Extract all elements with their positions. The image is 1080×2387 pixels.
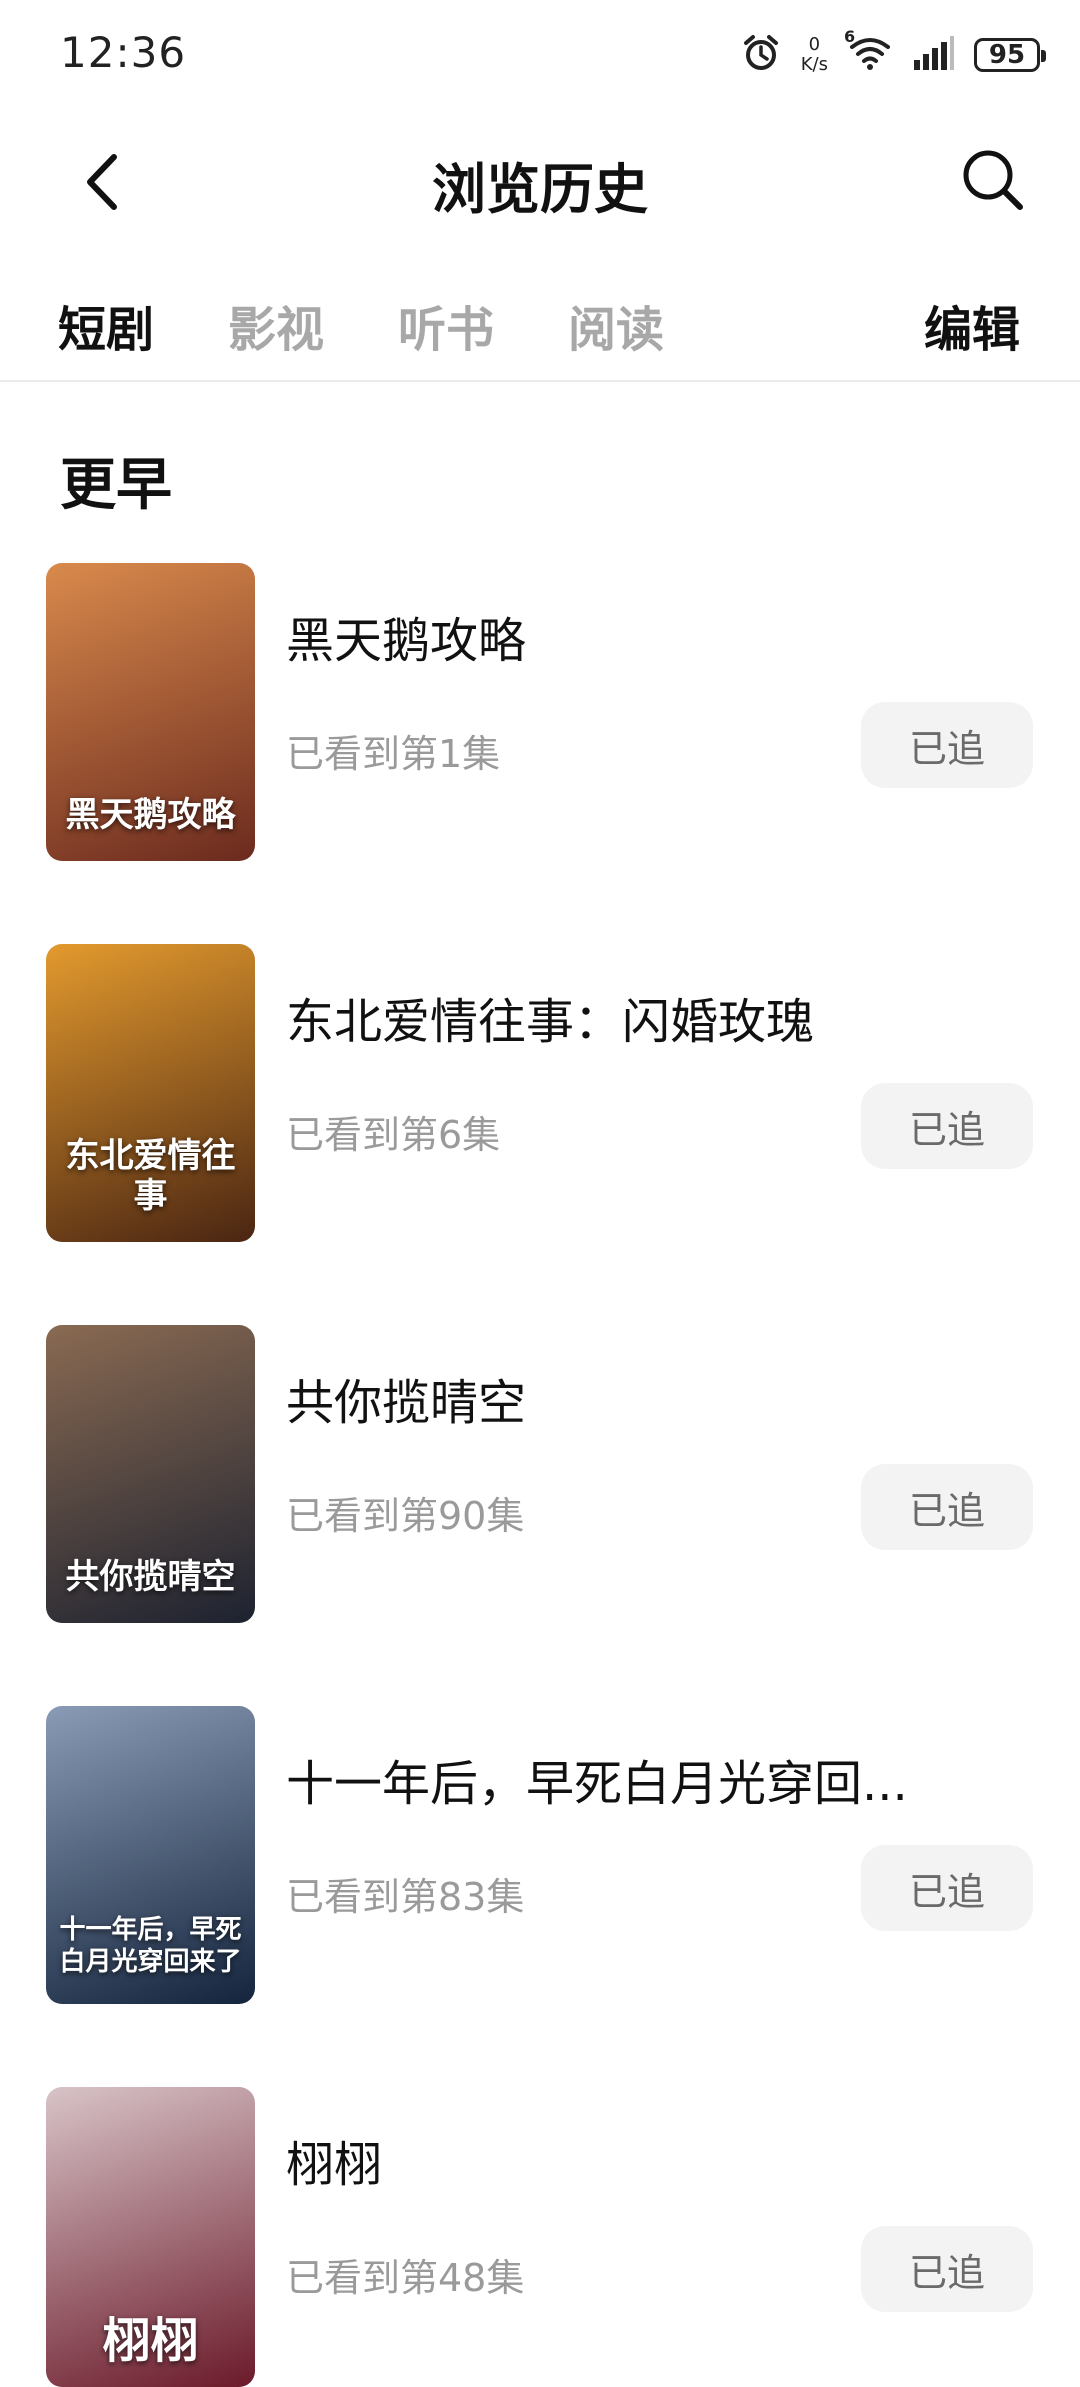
- item-title: 黑天鹅攻略: [286, 613, 527, 669]
- tab-film-tv[interactable]: 影视: [228, 290, 324, 360]
- tab-audiobook[interactable]: 听书: [398, 290, 494, 360]
- item-progress: 已看到第48集: [286, 2256, 525, 2300]
- battery-level: 95: [988, 40, 1026, 70]
- poster-title-art: 栩栩: [102, 2313, 199, 2369]
- list-item[interactable]: 栩栩 栩栩 已看到第48集 已追: [0, 2087, 1080, 2387]
- item-title: 十一年后，早死白月光穿回...: [286, 1756, 908, 1812]
- poster-image[interactable]: 栩栩: [46, 2087, 255, 2387]
- followed-button[interactable]: 已追: [861, 702, 1033, 788]
- followed-button[interactable]: 已追: [861, 1464, 1033, 1550]
- wifi-icon: 6: [844, 27, 892, 75]
- item-title: 栩栩: [286, 2137, 383, 2193]
- list-item[interactable]: 黑天鹅攻略 黑天鹅攻略 已看到第1集 已追: [0, 563, 1080, 863]
- poster-title-art: 黑天鹅攻略: [65, 795, 236, 835]
- edit-button[interactable]: 编辑: [924, 290, 1020, 360]
- search-button[interactable]: [956, 143, 1030, 217]
- net-speed-value: 0: [808, 34, 821, 55]
- tab-reading[interactable]: 阅读: [568, 290, 664, 360]
- status-bar: 12:36 0 K/s 6 95: [0, 0, 1080, 110]
- list-item[interactable]: 东北爱情往事 东北爱情往事：闪婚玫瑰 已看到第6集 已追: [0, 944, 1080, 1244]
- item-progress: 已看到第83集: [286, 1875, 525, 1919]
- followed-button[interactable]: 已追: [861, 1083, 1033, 1169]
- followed-button[interactable]: 已追: [861, 2226, 1033, 2312]
- item-title: 东北爱情往事：闪婚玫瑰: [286, 994, 815, 1050]
- poster-image[interactable]: 共你揽晴空: [46, 1325, 255, 1623]
- poster-image[interactable]: 黑天鹅攻略: [46, 563, 255, 861]
- net-speed: 0 K/s: [801, 35, 828, 75]
- search-icon: [963, 150, 1023, 210]
- item-progress: 已看到第1集: [286, 732, 501, 776]
- poster-title-art: 东北爱情往事: [65, 1136, 236, 1216]
- poster-title-art: 十一年后，早死白月光穿回来了: [59, 1915, 242, 1977]
- tab-short-drama[interactable]: 短剧: [58, 290, 154, 360]
- status-time: 12:36: [60, 28, 187, 77]
- list-item[interactable]: 共你揽晴空 共你揽晴空 已看到第90集 已追: [0, 1325, 1080, 1625]
- page-title: 浏览历史: [432, 158, 648, 221]
- item-title: 共你揽晴空: [286, 1375, 527, 1431]
- followed-button[interactable]: 已追: [861, 1845, 1033, 1931]
- header: 浏览历史: [0, 115, 1080, 245]
- net-speed-unit: K/s: [800, 54, 828, 75]
- poster-image[interactable]: 十一年后，早死白月光穿回来了: [46, 1706, 255, 2004]
- poster-title-art: 共你揽晴空: [65, 1557, 236, 1597]
- list-item[interactable]: 十一年后，早死白月光穿回来了 十一年后，早死白月光穿回... 已看到第83集 已…: [0, 1706, 1080, 2006]
- network-type: 6: [844, 27, 856, 46]
- status-icons: 0 K/s 6 95: [741, 27, 1046, 80]
- item-progress: 已看到第6集: [286, 1113, 501, 1157]
- alarm-icon: [741, 33, 781, 77]
- signal-icon: [912, 36, 954, 74]
- section-title: 更早: [60, 453, 172, 518]
- poster-image[interactable]: 东北爱情往事: [46, 944, 255, 1242]
- item-progress: 已看到第90集: [286, 1494, 525, 1538]
- tab-bar: 短剧 影视 听书 阅读 编辑: [0, 270, 1080, 382]
- battery-icon: 95: [974, 38, 1046, 72]
